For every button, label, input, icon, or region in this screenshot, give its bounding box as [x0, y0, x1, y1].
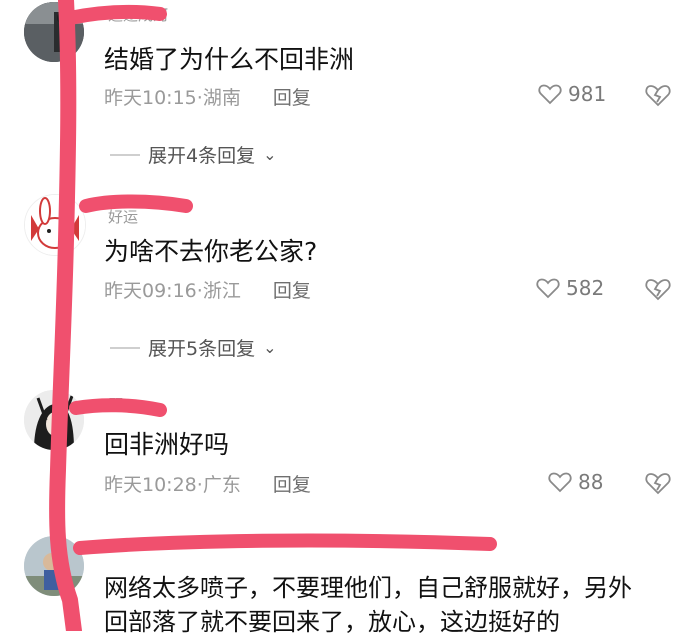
comment-location: 湖南 — [202, 87, 241, 109]
reply-button[interactable]: 回复 — [273, 87, 311, 109]
comment-time: 昨天10:28 — [104, 474, 197, 496]
reply-button[interactable]: 回复 — [273, 474, 311, 496]
avatar[interactable] — [24, 194, 86, 256]
avatar[interactable] — [24, 390, 84, 450]
chevron-down-icon: ⌄ — [263, 338, 277, 357]
expand-replies-button[interactable]: 展开5条回复 ⌄ — [110, 334, 277, 361]
broken-heart-icon[interactable] — [644, 471, 672, 495]
heart-icon — [536, 278, 560, 299]
expand-replies-button[interactable]: 展开4条回复 ⌄ — [110, 141, 277, 168]
avatar[interactable] — [24, 2, 84, 62]
reply-button[interactable]: 回复 — [273, 280, 311, 302]
comment-text: 回非洲好吗 — [104, 430, 230, 459]
comment-text-line-1: 网络太多喷子，不要理他们，自己舒服就好，另外 — [104, 574, 632, 602]
comment-meta: 昨天10:15·湖南 回复 — [104, 87, 311, 109]
username[interactable]: 道途成河 — [108, 4, 168, 25]
comment-text-line-2: 回部落了就不要回来了，放心，这边挺好的 — [104, 608, 560, 636]
redaction-username-4 — [73, 533, 497, 555]
like-count: 88 — [578, 470, 604, 494]
expand-label: 展开4条回复 — [148, 145, 256, 167]
like-count: 981 — [568, 82, 607, 106]
comment-meta: 昨天09:16·浙江 回复 — [104, 280, 311, 302]
avatar[interactable] — [24, 536, 84, 596]
broken-heart-icon[interactable] — [644, 83, 672, 107]
like-button[interactable]: 582 — [536, 276, 604, 300]
like-button[interactable]: 981 — [538, 82, 606, 106]
comment-time: 昨天10:15 — [104, 87, 197, 109]
like-button[interactable]: 88 — [548, 470, 603, 494]
chevron-down-icon: ⌄ — [263, 145, 277, 164]
comment-text: 结婚了为什么不回非洲 — [104, 45, 355, 74]
heart-icon — [538, 84, 562, 105]
heart-icon — [548, 472, 572, 493]
comment-location: 浙江 — [202, 280, 241, 302]
username[interactable]: 顾 — [108, 394, 123, 415]
comment-meta: 昨天10:28·广东 回复 — [104, 474, 311, 496]
username[interactable]: 好运 — [108, 206, 138, 227]
like-count: 582 — [566, 276, 605, 300]
comment-time: 昨天09:16 — [104, 280, 197, 302]
comment-location: 广东 — [202, 474, 241, 496]
broken-heart-icon[interactable] — [644, 277, 672, 301]
expand-label: 展开5条回复 — [148, 338, 256, 360]
comment-text: 为啥不去你老公家? — [104, 237, 318, 266]
